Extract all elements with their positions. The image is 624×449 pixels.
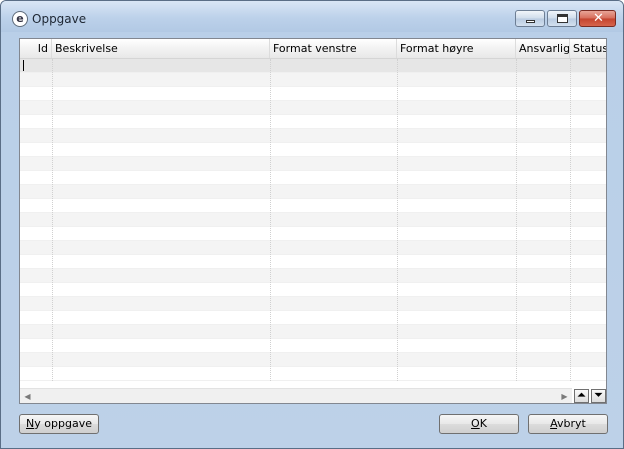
table-row[interactable]: [20, 171, 606, 185]
table-row[interactable]: [20, 157, 606, 171]
table-row[interactable]: [20, 59, 606, 73]
task-grid[interactable]: Id Beskrivelse Format venstre Format høy…: [19, 38, 607, 404]
table-row[interactable]: [20, 101, 606, 115]
column-divider: [397, 59, 398, 381]
table-row[interactable]: [20, 129, 606, 143]
ok-button[interactable]: OK: [439, 414, 519, 434]
column-divider: [270, 59, 271, 381]
table-row[interactable]: [20, 269, 606, 283]
move-down-button[interactable]: ⏷: [591, 389, 606, 403]
dialog-window: e Oppgave ✕ Id Beskrivelse Format venstr…: [0, 0, 624, 449]
ok-label: K: [479, 417, 487, 430]
column-divider: [570, 59, 571, 381]
new-task-button[interactable]: Ny oppgave: [19, 414, 99, 434]
cancel-button[interactable]: Avbryt: [528, 414, 608, 434]
table-row[interactable]: [20, 87, 606, 101]
column-header-status[interactable]: Status: [570, 39, 606, 58]
maximize-button[interactable]: [547, 10, 577, 27]
column-header-id[interactable]: Id: [20, 39, 52, 58]
ok-accel: O: [471, 417, 480, 430]
column-header-format-venstre[interactable]: Format venstre: [270, 39, 397, 58]
column-header-ansvarlig[interactable]: Ansvarlig: [516, 39, 570, 58]
cancel-label: vbryt: [557, 417, 586, 430]
window-title: Oppgave: [32, 12, 87, 26]
scroll-right-icon[interactable]: ▶: [557, 389, 572, 403]
horizontal-scrollbar[interactable]: ◀ ▶: [20, 388, 572, 403]
table-row[interactable]: [20, 241, 606, 255]
grid-rows[interactable]: [20, 59, 606, 381]
table-row[interactable]: [20, 199, 606, 213]
new-task-label: y oppgave: [34, 417, 92, 430]
table-row[interactable]: [20, 367, 606, 381]
title-bar[interactable]: e Oppgave ✕: [1, 1, 623, 32]
table-row[interactable]: [20, 353, 606, 367]
maximize-icon: [557, 14, 568, 23]
table-row[interactable]: [20, 255, 606, 269]
minimize-icon: [526, 20, 535, 23]
table-row[interactable]: [20, 73, 606, 87]
app-logo-icon: e: [12, 11, 28, 27]
scroll-left-icon[interactable]: ◀: [20, 389, 35, 403]
table-row[interactable]: [20, 213, 606, 227]
cancel-accel: A: [550, 417, 558, 430]
text-cursor: [23, 60, 24, 71]
minimize-button[interactable]: [515, 10, 545, 27]
column-divider: [516, 59, 517, 381]
grid-header: Id Beskrivelse Format venstre Format høy…: [20, 39, 606, 59]
table-row[interactable]: [20, 339, 606, 353]
close-button[interactable]: ✕: [579, 10, 616, 27]
table-row[interactable]: [20, 325, 606, 339]
move-up-button[interactable]: ⏶: [574, 389, 589, 403]
close-icon: ✕: [593, 11, 604, 26]
table-row[interactable]: [20, 115, 606, 129]
table-row[interactable]: [20, 185, 606, 199]
table-row[interactable]: [20, 227, 606, 241]
table-row[interactable]: [20, 297, 606, 311]
column-divider: [52, 59, 53, 381]
column-header-beskrivelse[interactable]: Beskrivelse: [52, 39, 270, 58]
table-row[interactable]: [20, 283, 606, 297]
table-row[interactable]: [20, 311, 606, 325]
column-header-format-hoyre[interactable]: Format høyre: [397, 39, 516, 58]
table-row[interactable]: [20, 143, 606, 157]
